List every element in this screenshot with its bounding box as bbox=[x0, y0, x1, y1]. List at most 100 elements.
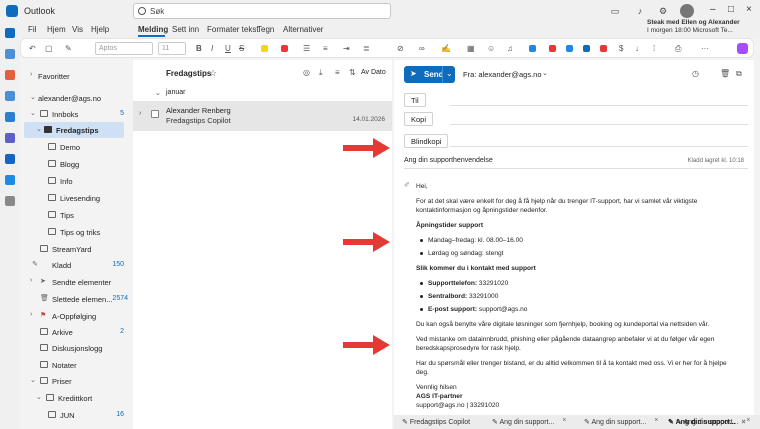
folder-arkive[interactable]: Arkive 2 bbox=[20, 324, 130, 340]
folder-sendte[interactable]: › ➤ Sendte elementer bbox=[20, 274, 130, 290]
underline-icon[interactable]: U bbox=[225, 44, 231, 53]
from-field[interactable]: Fra: alexander@ags.no bbox=[463, 70, 542, 79]
numbering-icon[interactable]: ≡ bbox=[323, 44, 328, 53]
folder-info[interactable]: Info bbox=[20, 173, 130, 189]
download-icon[interactable]: ↓ bbox=[635, 44, 639, 53]
format-painter-icon[interactable]: ✎ bbox=[65, 44, 72, 53]
draft-tab[interactable]: ✎ Ang din support... × bbox=[584, 417, 658, 426]
to-field[interactable] bbox=[450, 105, 748, 106]
folder-fredagstips[interactable]: ⌄ Fredagstips bbox=[24, 122, 124, 138]
menu-melding[interactable]: Melding bbox=[138, 25, 168, 34]
people-app-icon[interactable] bbox=[5, 91, 15, 101]
sort-label[interactable]: Av Dato bbox=[361, 69, 386, 76]
trash-icon[interactable]: 🗑 bbox=[720, 69, 730, 78]
draft-tab-active[interactable]: ✎ Ang din support... × bbox=[668, 418, 746, 426]
chevron-down-icon[interactable]: ⌄ bbox=[542, 69, 548, 77]
indent-icon[interactable]: ⇥ bbox=[343, 44, 350, 53]
signature-icon[interactable]: ✍ bbox=[441, 44, 451, 53]
message-body[interactable]: Hei, For at det skal være enkelt for deg… bbox=[416, 182, 736, 410]
table-icon[interactable]: ▦ bbox=[467, 44, 475, 53]
folder-priser[interactable]: ⌄ Priser bbox=[20, 373, 130, 389]
chevron-right-icon[interactable]: › bbox=[139, 110, 141, 117]
clock-icon[interactable]: ◷ bbox=[692, 69, 699, 78]
send-button[interactable]: ➤ Send ⌄ bbox=[404, 66, 455, 83]
font-size-select[interactable]: 11 bbox=[158, 42, 186, 55]
link-icon[interactable]: ∞ bbox=[419, 44, 425, 53]
copilot-draft-icon[interactable]: ✐ bbox=[404, 181, 410, 189]
menu-sett-inn[interactable]: Sett inn bbox=[172, 25, 199, 34]
folder-a-oppfolging[interactable]: › ⚑ A-Oppfølging bbox=[20, 308, 130, 324]
upcoming-event[interactable]: Steak med Ellen og Alexander I morgen 18… bbox=[647, 19, 740, 35]
menu-hjem[interactable]: Hjem bbox=[47, 25, 66, 34]
print-icon[interactable]: ⎙ bbox=[675, 44, 681, 54]
menu-alternativer[interactable]: Alternativer bbox=[283, 25, 323, 34]
teams-app-icon[interactable] bbox=[5, 133, 15, 143]
dictate-icon[interactable]: ♫ bbox=[507, 44, 513, 53]
bcc-field[interactable] bbox=[450, 146, 748, 147]
copilot-app-icon[interactable] bbox=[5, 70, 15, 80]
draft-tab[interactable]: ✎ Ang din support... × bbox=[492, 417, 566, 426]
folder-jun[interactable]: JUN 16 bbox=[20, 407, 130, 423]
folder-notater[interactable]: Notater bbox=[20, 357, 130, 373]
close-icon[interactable]: × bbox=[746, 4, 752, 15]
menu-fil[interactable]: Fil bbox=[28, 25, 36, 34]
account-header[interactable]: ⌄ alexander@ags.no bbox=[20, 90, 130, 106]
mail-app-icon[interactable] bbox=[5, 28, 15, 38]
filter-icon[interactable]: ≡ bbox=[335, 68, 340, 77]
draft-tab[interactable]: ✎ Fredagstips Copilot bbox=[402, 418, 470, 426]
subject-field[interactable]: Ang din supporthenvendelse bbox=[404, 157, 493, 164]
attach-icon[interactable]: ⊘ bbox=[397, 44, 404, 53]
folder-innboks[interactable]: ⌄ Innboks 5 bbox=[20, 106, 130, 122]
select-icon[interactable]: ◎ bbox=[303, 68, 310, 77]
avatar[interactable] bbox=[680, 4, 694, 18]
popout-icon[interactable]: ⧉ bbox=[736, 69, 742, 79]
clipboard-icon[interactable]: ▢ bbox=[45, 44, 53, 53]
viva-icon[interactable] bbox=[600, 45, 607, 52]
onedrive-app-icon[interactable] bbox=[5, 175, 15, 185]
close-icon[interactable]: × bbox=[741, 419, 745, 426]
folder-demo[interactable]: Demo bbox=[20, 139, 130, 155]
more-icon[interactable]: ··· bbox=[701, 44, 709, 53]
folder-blogg[interactable]: Blogg bbox=[20, 156, 130, 172]
immersive-reader-icon[interactable] bbox=[529, 45, 536, 52]
emoji-icon[interactable]: ☺ bbox=[487, 44, 495, 53]
bell-icon[interactable]: ♪ bbox=[635, 6, 645, 16]
minimize-icon[interactable]: – bbox=[710, 4, 716, 15]
maximize-icon[interactable]: □ bbox=[728, 4, 734, 15]
todo-app-icon[interactable] bbox=[5, 112, 15, 122]
font-select[interactable]: Aptos bbox=[95, 42, 153, 55]
list-item[interactable]: › Alexander Renberg Fredagstips Copilot … bbox=[133, 101, 392, 131]
bold-icon[interactable]: B bbox=[196, 44, 202, 53]
sensitivity-icon[interactable] bbox=[549, 45, 556, 52]
close-icon[interactable]: × bbox=[654, 417, 658, 424]
folder-slettede[interactable]: 🗑 Slettede elemen... 2574 bbox=[20, 291, 130, 307]
folder-kladd[interactable]: ✎ Kladd 150 bbox=[20, 257, 130, 273]
bcc-button[interactable]: Blindkopi bbox=[404, 134, 449, 148]
gear-icon[interactable]: ⚙ bbox=[658, 6, 668, 16]
org-app-icon[interactable] bbox=[5, 154, 15, 164]
more-apps-icon[interactable] bbox=[5, 196, 15, 206]
calendar-app-icon[interactable] bbox=[5, 49, 15, 59]
chevron-down-icon[interactable]: ⌄ bbox=[446, 69, 453, 78]
video-icon[interactable]: ▭ bbox=[610, 6, 620, 16]
sort-icon[interactable]: ⇅ bbox=[349, 68, 356, 77]
folder-tips-og-triks[interactable]: Tips og triks bbox=[20, 224, 130, 240]
menu-formater-tekst[interactable]: Formater tekst bbox=[207, 25, 259, 34]
dollar-icon[interactable]: $ bbox=[619, 44, 623, 53]
select-checkbox[interactable] bbox=[151, 110, 159, 118]
menu-tegn[interactable]: Tegn bbox=[257, 25, 274, 34]
jump-icon[interactable]: ⤓ bbox=[319, 68, 323, 78]
align-icon[interactable]: ≣ bbox=[363, 44, 370, 53]
strikethrough-icon[interactable]: S bbox=[239, 44, 244, 53]
folder-livesending[interactable]: Livesending bbox=[20, 190, 130, 206]
star-icon[interactable]: ☆ bbox=[209, 68, 217, 79]
italic-icon[interactable]: I bbox=[211, 44, 213, 53]
folder-kredittkort[interactable]: ⌄ Kredittkort bbox=[20, 390, 130, 406]
teams-icon[interactable] bbox=[583, 45, 590, 52]
font-color-icon[interactable] bbox=[281, 45, 288, 52]
search-input[interactable]: Søk bbox=[133, 3, 391, 19]
folder-diskusjonslogg[interactable]: Diskusjonslogg bbox=[20, 340, 130, 356]
loop-icon[interactable] bbox=[566, 45, 573, 52]
close-icon[interactable]: × bbox=[746, 417, 750, 424]
apps-icon[interactable]: ⁞ bbox=[653, 44, 655, 53]
